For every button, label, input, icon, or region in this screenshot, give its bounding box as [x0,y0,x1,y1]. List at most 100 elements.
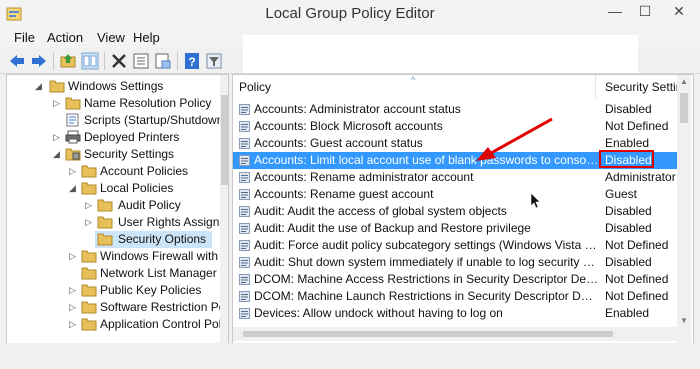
tree-item-local-policies[interactable]: ◢ Local Policies [7,180,212,197]
policy-icon [239,240,250,251]
forward-icon[interactable] [30,52,48,70]
collapse-arrow-icon[interactable]: ◢ [69,183,77,193]
horizontal-scrollbar[interactable] [233,327,677,341]
policy-icon [239,223,250,234]
minimize-button[interactable]: — [600,0,630,22]
list-vertical-scrollbar[interactable]: ▲ ▼ [677,75,691,343]
tree-item-audit-policy[interactable]: ▷ Audit Policy [7,197,212,214]
tree-item-label: Name Resolution Policy [84,96,212,110]
policy-name: DCOM: Machine Launch Restrictions in Sec… [254,289,599,303]
scrollbar-thumb[interactable] [243,331,613,337]
status-bar [0,343,700,369]
policy-icon [239,257,250,268]
tree-item-software-restriction-policies[interactable]: ▷ Software Restriction Policies [7,299,228,316]
policy-row[interactable]: Devices: Allow undock without having to … [233,305,677,322]
close-button[interactable]: ✕ [660,0,698,22]
tree-vertical-scrollbar[interactable] [220,75,228,343]
collapse-arrow-icon[interactable]: ◢ [35,81,43,91]
column-header-policy[interactable]: Policy ^ [233,75,596,99]
policy-name: Accounts: Rename guest account [254,187,434,201]
properties-icon[interactable] [132,52,150,70]
policy-row[interactable]: Audit: Audit the access of global system… [233,203,677,220]
tree-item-label: Public Key Policies [100,283,202,297]
expand-arrow-icon[interactable]: ▷ [53,98,61,108]
folder-icon [65,97,81,110]
expand-arrow-icon[interactable]: ▷ [53,132,61,142]
scroll-down-icon[interactable]: ▼ [680,316,688,325]
up-folder-icon[interactable] [59,52,77,70]
expand-arrow-icon[interactable]: ▷ [69,251,77,261]
tree-item-name-resolution-policy[interactable]: ▷ Name Resolution Policy [7,95,212,112]
policy-name: DCOM: Machine Access Restrictions in Sec… [254,272,599,286]
policy-name: Audit: Audit the use of Backup and Resto… [254,221,531,235]
policy-row[interactable]: Accounts: Block Microsoft accounts Not D… [233,118,677,135]
menu-view[interactable]: View [97,30,125,45]
scroll-up-icon[interactable]: ▲ [680,77,688,86]
expand-arrow-icon[interactable]: ▷ [85,200,93,210]
menu-action[interactable]: Action [47,30,83,45]
tree-item-account-policies[interactable]: ▷ Account Policies [7,163,212,180]
policy-row[interactable]: Audit: Shut down system immediately if u… [233,254,677,271]
help-icon[interactable]: ? [183,52,201,70]
tree-item-label: Application Control Policies [100,317,228,331]
expand-arrow-icon[interactable]: ▷ [69,319,77,329]
app-window: Local Group Policy Editor — ☐ ✕ File Act… [0,0,700,369]
column-header-label: Policy [239,80,272,94]
policy-name: Devices: Allow undock without having to … [254,306,503,320]
window-title: Local Group Policy Editor [265,5,435,22]
maximize-button[interactable]: ☐ [630,0,660,22]
policy-row[interactable]: DCOM: Machine Launch Restrictions in Sec… [233,288,677,305]
folder-icon [81,301,97,314]
expand-arrow-icon[interactable]: ▷ [69,285,77,295]
folder-icon [49,80,65,93]
tree-item-deployed-printers[interactable]: ▷ Deployed Printers [7,129,212,146]
svg-text:?: ? [188,55,195,69]
policy-row[interactable]: Audit: Force audit policy subcategory se… [233,237,677,254]
tree-item-security-settings[interactable]: ◢ Security Settings [7,146,212,163]
export-list-icon[interactable] [154,52,172,70]
collapse-arrow-icon[interactable]: ◢ [53,149,61,159]
tree-item-windows-settings[interactable]: ◢ Windows Settings [7,78,212,95]
folder-icon [97,216,113,229]
column-header-setting[interactable]: Security Setting [599,75,678,99]
blank-overlay [243,35,638,73]
title-bar[interactable]: Local Group Policy Editor — ☐ ✕ [0,0,700,29]
scrollbar-thumb[interactable] [221,95,228,185]
back-icon[interactable] [8,52,26,70]
policy-icon [239,308,250,319]
policy-row[interactable]: Accounts: Rename guest account Guest [233,186,677,203]
policy-row[interactable]: Accounts: Administrator account status D… [233,101,677,118]
policy-icon [239,206,250,217]
tree-item-windows-firewall[interactable]: ▷ Windows Firewall with Advanced Securit… [7,248,228,265]
folder-icon [81,318,97,331]
tree-item-user-rights-assignment[interactable]: ▷ User Rights Assignment [7,214,228,231]
policy-name: Accounts: Administrator account status [254,102,461,116]
policy-setting: Guest [605,187,638,201]
menu-help[interactable]: Help [133,30,160,45]
folder-icon [97,233,113,246]
expand-arrow-icon[interactable]: ▷ [69,166,77,176]
tree-item-scripts[interactable]: Scripts (Startup/Shutdown) [7,112,227,129]
filter-view-icon[interactable] [205,52,223,70]
policy-row[interactable]: Accounts: Rename administrator account A… [233,169,677,186]
policy-setting: Not Defined [605,238,669,252]
policy-row[interactable]: Audit: Audit the use of Backup and Resto… [233,220,677,237]
tree-item-application-control-policies[interactable]: ▷ Application Control Policies [7,316,228,333]
tree-item-label: Deployed Printers [84,130,180,144]
tree-item-network-list-manager[interactable]: Network List Manager Policies [7,265,228,282]
policy-icon [239,274,250,285]
mouse-cursor-icon [530,192,541,209]
policy-row[interactable]: DCOM: Machine Access Restrictions in Sec… [233,271,677,288]
tree-item-public-key-policies[interactable]: ▷ Public Key Policies [7,282,212,299]
tree-item-security-options[interactable]: Security Options [95,231,212,248]
show-hide-tree-icon[interactable] [81,52,99,70]
policy-name: Audit: Audit the access of global system… [254,204,507,218]
details-pane: Policy ^ Security Setting Accounts: Admi… [232,74,694,344]
scrollbar-thumb[interactable] [680,93,688,123]
menu-file[interactable]: File [14,30,35,45]
expand-arrow-icon[interactable]: ▷ [85,217,93,227]
delete-icon[interactable] [110,52,128,70]
expand-arrow-icon[interactable]: ▷ [69,302,77,312]
security-lock-icon [65,148,81,161]
tree-item-label: Network List Manager Policies [100,266,228,280]
